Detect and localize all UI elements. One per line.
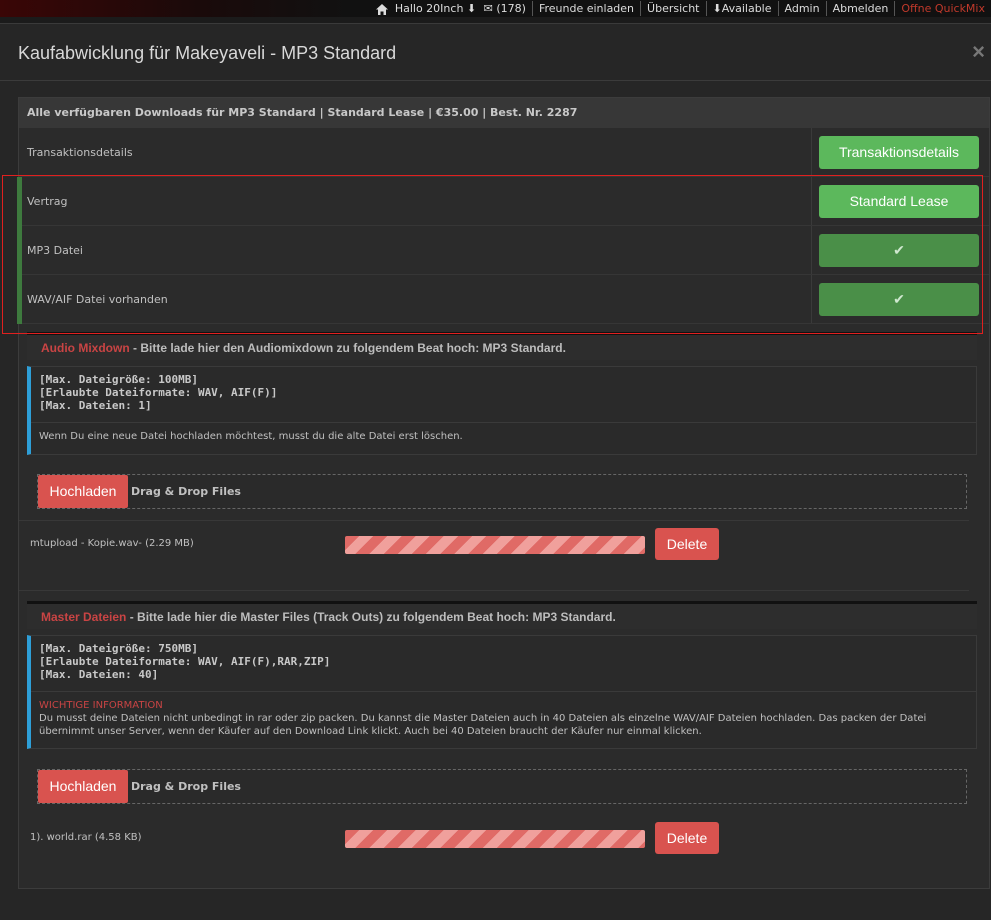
audio-info-box: [Max. Dateigröße: 100MB] [Erlaubte Datei… xyxy=(27,366,977,455)
audio-file-row: mtupload - Kopie.wav- (2.29 MB) Delete xyxy=(19,524,969,564)
master-upload-button[interactable]: Hochladen xyxy=(38,770,128,803)
nav-home[interactable]: Hallo 20Inch ⬇ ✉ (178) xyxy=(369,1,532,16)
limit-formats: [Erlaubte Dateiformate: WAV, AIF(F)] xyxy=(39,386,278,399)
divider xyxy=(19,520,969,521)
drag-drop-label: Drag & Drop Files xyxy=(131,485,241,498)
limit-count: [Max. Dateien: 40] xyxy=(39,668,159,681)
master-files-title: Master Dateien - Bitte lade hier die Mas… xyxy=(27,601,977,629)
checkout-modal: Kaufabwicklung für Makeyaveli - MP3 Stan… xyxy=(0,23,991,920)
divider xyxy=(19,590,969,591)
nav-admin[interactable]: Admin xyxy=(777,1,826,16)
nav-available-label: Available xyxy=(721,2,772,15)
delete-button[interactable]: Delete xyxy=(655,528,719,560)
nav-greeting: Hallo 20Inch xyxy=(394,2,464,15)
limit-formats: [Erlaubte Dateiformate: WAV, AIF(F),RAR,… xyxy=(39,655,331,668)
nav-invite[interactable]: Freunde einladen xyxy=(531,1,640,16)
master-info-box: [Max. Dateigröße: 750MB] [Erlaubte Datei… xyxy=(27,635,977,749)
master-files-desc: - Bitte lade hier die Master Files (Trac… xyxy=(126,610,616,624)
master-files-heading: Master Dateien xyxy=(41,610,127,624)
arrow-down-icon: ⬇ xyxy=(466,2,477,15)
file-name: mtupload - Kopie.wav- (2.29 MB) xyxy=(30,538,194,549)
audio-dropzone[interactable]: Hochladen Drag & Drop Files xyxy=(37,474,967,509)
nav-overview[interactable]: Übersicht xyxy=(640,1,705,16)
mail-icon: ✉ xyxy=(483,2,493,15)
master-file-row: 1). world.rar (4.58 KB) Delete xyxy=(19,818,969,858)
top-navigation: Hallo 20Inch ⬇ ✉ (178) Freunde einladen … xyxy=(0,0,991,17)
transaction-details-button[interactable]: Transaktionsdetails xyxy=(819,136,979,169)
panel-header: Alle verfügbaren Downloads für MP3 Stand… xyxy=(19,98,989,128)
nav-logout[interactable]: Abmelden xyxy=(825,1,895,16)
upload-progress-bar xyxy=(345,536,645,554)
close-icon[interactable]: × xyxy=(972,39,985,65)
important-info-label: WICHTIGE INFORMATION xyxy=(39,700,163,711)
audio-note: Wenn Du eine neue Datei hochladen möchte… xyxy=(39,431,463,442)
limit-size: [Max. Dateigröße: 100MB] xyxy=(39,373,198,386)
row-label: Transaktionsdetails xyxy=(27,146,133,159)
master-note: WICHTIGE INFORMATION Du musst deine Date… xyxy=(31,692,976,745)
nav-available[interactable]: ⬇Available xyxy=(705,1,778,16)
modal-header: Kaufabwicklung für Makeyaveli - MP3 Stan… xyxy=(0,24,991,81)
highlight-box xyxy=(2,175,983,334)
limit-count: [Max. Dateien: 1] xyxy=(39,399,152,412)
row-transaction: Transaktionsdetails Transaktionsdetails xyxy=(19,128,989,177)
audio-limits: [Max. Dateigröße: 100MB] [Erlaubte Datei… xyxy=(31,367,976,412)
audio-mixdown-desc: - Bitte lade hier den Audiomixdown zu fo… xyxy=(129,341,566,355)
arrow-down-icon: ⬇ xyxy=(712,2,722,15)
audio-mixdown-heading: Audio Mixdown xyxy=(41,341,130,355)
drag-drop-label: Drag & Drop Files xyxy=(131,780,241,793)
limit-size: [Max. Dateigröße: 750MB] xyxy=(39,642,198,655)
home-icon xyxy=(375,3,388,15)
nav-items: Hallo 20Inch ⬇ ✉ (178) Freunde einladen … xyxy=(369,0,991,17)
audio-upload-button[interactable]: Hochladen xyxy=(38,475,128,508)
nav-quickmix[interactable]: Offne QuickMix xyxy=(894,1,991,16)
master-note-text: Du musst deine Dateien nicht unbedingt i… xyxy=(39,713,927,737)
upload-progress-bar xyxy=(345,830,645,848)
file-name: 1). world.rar (4.58 KB) xyxy=(30,832,142,843)
delete-button[interactable]: Delete xyxy=(655,822,719,854)
modal-title: Kaufabwicklung für Makeyaveli - MP3 Stan… xyxy=(18,43,397,63)
row-separator xyxy=(811,128,812,176)
message-count: (178) xyxy=(496,2,526,15)
master-limits: [Max. Dateigröße: 750MB] [Erlaubte Datei… xyxy=(31,636,976,681)
master-dropzone[interactable]: Hochladen Drag & Drop Files xyxy=(37,769,967,804)
audio-mixdown-title: Audio Mixdown - Bitte lade hier den Audi… xyxy=(27,332,977,360)
